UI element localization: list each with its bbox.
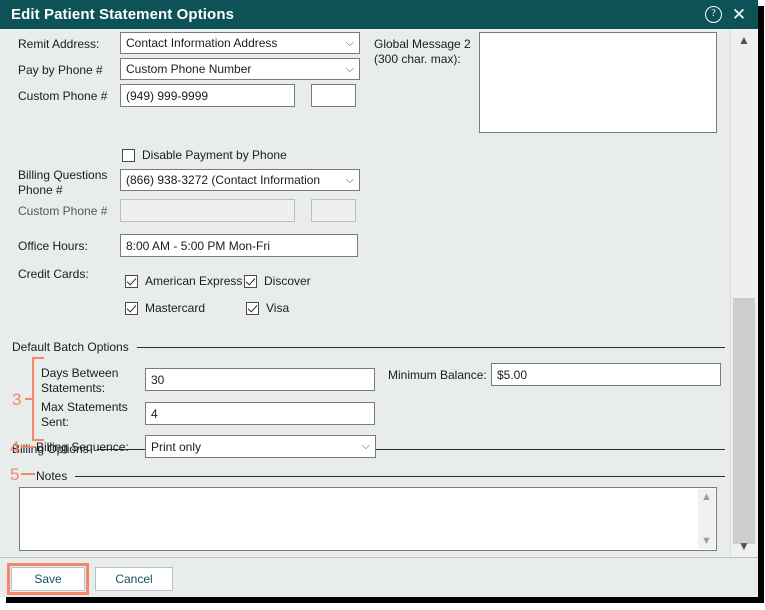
annotation-dash-4 [21,446,35,448]
remit-address-dropdown[interactable]: Contact Information Address ⌵ [120,32,360,54]
titlebar-actions: ? ✕ [705,6,747,23]
chevron-down-icon[interactable]: ▼ [701,533,712,549]
credit-card-discover-checkbox[interactable] [244,274,257,288]
credit-card-discover-row[interactable]: Discover [244,274,311,288]
credit-card-visa-label: Visa [266,301,290,315]
billing-questions-phone-dropdown[interactable]: (866) 938-3272 (Contact Information ⌵ [120,169,360,191]
billing-questions-phone-value: (866) 938-3272 (Contact Information [126,173,321,187]
scrollbar-down-icon[interactable]: ▼ [731,535,757,557]
credit-card-mastercard-label: Mastercard [145,301,206,315]
dialog-content: Remit Address: Contact Information Addre… [0,29,758,557]
credit-card-visa-checkbox[interactable] [246,301,259,315]
days-between-statements-label-line1: Days Between [41,366,119,380]
billing-sequence-dropdown[interactable]: Print only ⌵ [145,435,376,458]
office-hours-label: Office Hours: [18,239,88,253]
annotation-marker-5: 5 [10,465,20,484]
credit-card-amex-label: American Express [145,274,243,288]
credit-card-amex-row[interactable]: American Express [125,274,242,288]
group-divider [136,346,725,348]
chevron-down-icon: ⌵ [345,36,354,49]
chevron-up-icon[interactable]: ▲ [701,489,712,505]
help-circle-icon[interactable]: ? [705,6,722,23]
annotation-bracket-3 [32,357,44,441]
disable-payment-by-phone-label: Disable Payment by Phone [142,148,287,162]
chevron-down-icon: ⌵ [345,62,354,75]
credit-card-discover-label: Discover [264,274,311,288]
default-batch-options-title: Default Batch Options [12,340,129,354]
remit-address-label: Remit Address: [18,37,100,51]
billing-questions-phone-label-line2: Phone # [18,183,63,197]
days-between-statements-input[interactable]: 30 [145,368,375,391]
max-statements-sent-input[interactable]: 4 [145,402,375,425]
disable-payment-by-phone-checkbox[interactable] [122,148,135,162]
dialog-footer: Save Cancel [0,557,758,597]
annotation-marker-4: 4 [10,438,20,457]
office-hours-input[interactable]: 8:00 AM - 5:00 PM Mon-Fri [120,234,358,257]
notes-group-header: Notes [36,469,725,483]
custom-phone-2-label: Custom Phone # [18,204,108,218]
pay-by-phone-value: Custom Phone Number [126,62,252,76]
annotation-marker-3: 3 [12,390,22,409]
cancel-button[interactable]: Cancel [95,567,173,591]
pay-by-phone-label: Pay by Phone # [18,63,103,77]
scrollbar-up-icon[interactable]: ▲ [731,29,757,51]
days-between-statements-label-line2: Statements: [41,381,106,395]
credit-card-mastercard-row[interactable]: Mastercard [125,301,205,315]
chevron-down-icon: ⌵ [345,173,354,186]
credit-cards-label: Credit Cards: [18,267,89,281]
global-message-2-textarea[interactable] [479,32,717,133]
billing-sequence-value: Print only [151,439,202,454]
remit-address-value: Contact Information Address [126,36,278,50]
disable-payment-by-phone-checkbox-row[interactable]: Disable Payment by Phone [122,148,287,162]
billing-questions-phone-label-line1: Billing Questions [18,168,108,182]
scrollbar-thumb[interactable] [733,298,755,544]
notes-textarea[interactable]: ▲ ▼ [19,487,717,551]
chevron-down-icon: ⌵ [361,440,370,452]
custom-phone-1-input[interactable]: (949) 999-9999 [120,84,295,107]
edit-patient-statement-options-dialog: Edit Patient Statement Options ? ✕ Remit… [0,0,758,597]
credit-card-amex-checkbox[interactable] [125,274,138,288]
global-message-2-label-line2: (300 char. max): [374,52,461,66]
dialog-vertical-scrollbar[interactable]: ▲ ▼ [730,29,758,557]
custom-phone-1-ext-input[interactable] [311,84,356,107]
billing-sequence-label: Billing Sequence: [36,440,129,454]
annotation-dash-5 [21,473,35,475]
dialog-title: Edit Patient Statement Options [11,6,235,23]
save-button[interactable]: Save [11,567,85,591]
group-divider [75,475,725,477]
custom-phone-1-label: Custom Phone # [18,89,108,103]
default-batch-options-group-header: Default Batch Options [12,340,725,354]
custom-phone-2-input[interactable] [120,199,295,222]
annotation-dash-3 [25,398,32,400]
dialog-titlebar: Edit Patient Statement Options ? ✕ [0,0,758,29]
minimum-balance-label: Minimum Balance: [388,368,487,382]
credit-card-mastercard-checkbox[interactable] [125,301,138,315]
global-message-2-label-line1: Global Message 2 [374,37,471,51]
custom-phone-2-ext-input[interactable] [311,199,356,222]
scroll-pane: Remit Address: Contact Information Addre… [0,29,731,557]
max-statements-sent-label-line2: Sent: [41,415,70,429]
notes-title: Notes [36,469,68,483]
max-statements-sent-label-line1: Max Statements [41,400,128,414]
notes-textarea-scrollbar[interactable]: ▲ ▼ [698,489,715,549]
close-icon[interactable]: ✕ [731,6,747,23]
credit-card-visa-row[interactable]: Visa [246,301,289,315]
pay-by-phone-dropdown[interactable]: Custom Phone Number ⌵ [120,58,360,80]
minimum-balance-input[interactable]: $5.00 [491,363,721,386]
